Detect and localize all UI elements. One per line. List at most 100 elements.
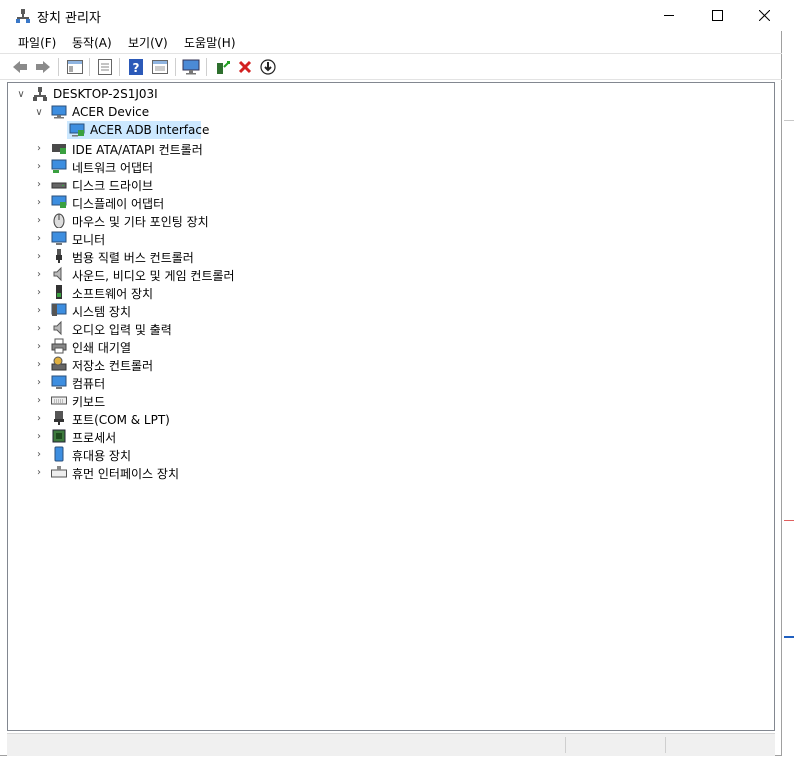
storage-controller-icon: [51, 356, 67, 371]
tree-category-network[interactable]: › 네트워크 어댑터: [8, 157, 308, 175]
maximize-button[interactable]: [694, 0, 740, 31]
tree-category-system-devices[interactable]: › 시스템 장치: [8, 301, 308, 319]
tree-category-usb[interactable]: › 범용 직렬 버스 컨트롤러: [8, 247, 308, 265]
tree-category-display-adapters[interactable]: › 디스플레이 어댑터: [8, 193, 308, 211]
show-hide-tree-button[interactable]: [66, 58, 84, 76]
printer-icon: [51, 338, 67, 354]
tree-category-label: 프로세서: [72, 431, 117, 445]
system-device-icon: [51, 303, 67, 316]
title-bar: 장치 관리자: [0, 0, 782, 31]
tree-category-label: IDE ATA/ATAPI 컨트롤러: [72, 143, 203, 157]
tree-category-processors[interactable]: › 프로세서: [8, 427, 308, 445]
tree-category-label: 디스플레이 어댑터: [72, 197, 165, 211]
background-window-strip: [783, 0, 795, 763]
tree-category-storage-controllers[interactable]: › 저장소 컨트롤러: [8, 355, 308, 373]
expand-chevron-icon[interactable]: ›: [34, 283, 44, 301]
expand-chevron-icon[interactable]: ›: [34, 193, 44, 211]
update-driver-button[interactable]: [213, 58, 231, 76]
view-button[interactable]: [151, 58, 169, 76]
processor-icon: [52, 429, 66, 443]
toolbar-separator: [206, 58, 207, 76]
device-tree[interactable]: ∨ DESKTOP-2S1J03I ∨ ACER Device ACER ADB…: [7, 82, 775, 731]
back-button[interactable]: [11, 58, 29, 76]
tree-item-acer-adb-interface[interactable]: ACER ADB Interface: [67, 121, 209, 139]
tree-category-acer-device[interactable]: ∨ ACER Device: [8, 103, 308, 121]
menu-action[interactable]: 동작(A): [72, 34, 112, 51]
tree-root[interactable]: ∨ DESKTOP-2S1J03I: [8, 85, 308, 103]
background-line: [784, 520, 794, 521]
show-hide-tree-icon: [67, 60, 83, 74]
properties-icon: [98, 59, 112, 75]
menu-bar: 파일(F) 동작(A) 보기(V) 도움말(H): [0, 31, 782, 53]
tree-category-mice[interactable]: › 마우스 및 기타 포인팅 장치: [8, 211, 308, 229]
expand-chevron-icon[interactable]: ›: [34, 373, 44, 391]
tree-category-label: 사운드, 비디오 및 게임 컨트롤러: [72, 269, 235, 283]
help-button[interactable]: ?: [127, 58, 145, 76]
tree-category-monitors[interactable]: › 모니터: [8, 229, 308, 247]
expand-chevron-icon[interactable]: ›: [34, 247, 44, 265]
collapse-chevron-icon[interactable]: ∨: [34, 103, 44, 121]
expand-chevron-icon[interactable]: ›: [34, 463, 44, 481]
forward-arrow-icon: [36, 61, 50, 73]
tree-category-portable-devices[interactable]: › 휴대용 장치: [8, 445, 308, 463]
speaker-icon: [53, 266, 62, 282]
software-device-icon: [56, 285, 62, 299]
menu-help[interactable]: 도움말(H): [184, 34, 236, 51]
scan-hardware-button[interactable]: [182, 58, 200, 76]
tree-category-sound[interactable]: › 사운드, 비디오 및 게임 컨트롤러: [8, 265, 308, 283]
tree-category-audio-io[interactable]: › 오디오 입력 및 출력: [8, 319, 308, 337]
keyboard-icon: [51, 396, 67, 405]
tree-category-label: 키보드: [72, 395, 106, 409]
expand-chevron-icon[interactable]: ›: [34, 175, 44, 193]
tree-category-label: 시스템 장치: [72, 305, 132, 319]
tree-category-label: 범용 직렬 버스 컨트롤러: [72, 251, 194, 265]
tree-category-label: 소프트웨어 장치: [72, 287, 154, 301]
expand-chevron-icon[interactable]: ›: [34, 265, 44, 283]
expand-chevron-icon[interactable]: ›: [34, 427, 44, 445]
minimize-button[interactable]: [646, 0, 692, 31]
expand-chevron-icon[interactable]: ›: [34, 229, 44, 247]
expand-chevron-icon[interactable]: ›: [34, 157, 44, 175]
tree-category-computer[interactable]: › 컴퓨터: [8, 373, 308, 391]
uninstall-device-button[interactable]: [236, 58, 254, 76]
tree-category-ide-ata[interactable]: › IDE ATA/ATAPI 컨트롤러: [8, 139, 308, 158]
device-manager-app-icon: [16, 9, 30, 23]
view-icon: [152, 60, 168, 74]
tree-category-label: 모니터: [72, 233, 106, 247]
computer-icon: [33, 87, 47, 101]
toolbar-separator: [58, 58, 59, 76]
properties-button[interactable]: [96, 58, 114, 76]
expand-chevron-icon[interactable]: ›: [34, 319, 44, 337]
tree-category-software-devices[interactable]: › 소프트웨어 장치: [8, 283, 308, 301]
portable-device-icon: [54, 446, 64, 462]
tree-category-label: 네트워크 어댑터: [72, 161, 154, 175]
tree-category-disk-drives[interactable]: › 디스크 드라이브: [8, 175, 308, 194]
forward-button[interactable]: [34, 58, 52, 76]
expand-chevron-icon[interactable]: ›: [34, 301, 44, 319]
expand-chevron-icon[interactable]: ›: [34, 337, 44, 355]
menu-file[interactable]: 파일(F): [18, 34, 56, 51]
adb-interface-icon: [69, 123, 85, 137]
expand-chevron-icon[interactable]: ›: [34, 211, 44, 229]
tree-category-print-queues[interactable]: › 인쇄 대기열: [8, 337, 308, 355]
toolbar-separator: [119, 58, 120, 76]
tree-category-hid[interactable]: › 휴먼 인터페이스 장치: [8, 463, 308, 481]
tree-root-label: DESKTOP-2S1J03I: [53, 87, 158, 101]
expand-chevron-icon[interactable]: ›: [34, 445, 44, 463]
expand-chevron-icon[interactable]: ›: [34, 391, 44, 409]
monitor-scan-icon: [182, 59, 200, 75]
toolbar: ?: [0, 53, 782, 80]
usb-icon: [56, 249, 62, 263]
expand-chevron-icon[interactable]: ›: [34, 139, 44, 157]
minimize-icon: [664, 15, 674, 16]
tree-category-keyboards[interactable]: › 키보드: [8, 391, 308, 410]
close-button[interactable]: [741, 0, 787, 31]
collapse-chevron-icon[interactable]: ∨: [16, 85, 26, 103]
expand-chevron-icon[interactable]: ›: [34, 355, 44, 373]
tree-category-label: 오디오 입력 및 출력: [72, 323, 172, 337]
menu-view[interactable]: 보기(V): [128, 34, 168, 51]
disable-device-button[interactable]: [259, 58, 277, 76]
tree-category-ports[interactable]: › 포트(COM & LPT): [8, 409, 308, 427]
tree-item-label: ACER ADB Interface: [90, 123, 210, 137]
expand-chevron-icon[interactable]: ›: [34, 409, 44, 427]
